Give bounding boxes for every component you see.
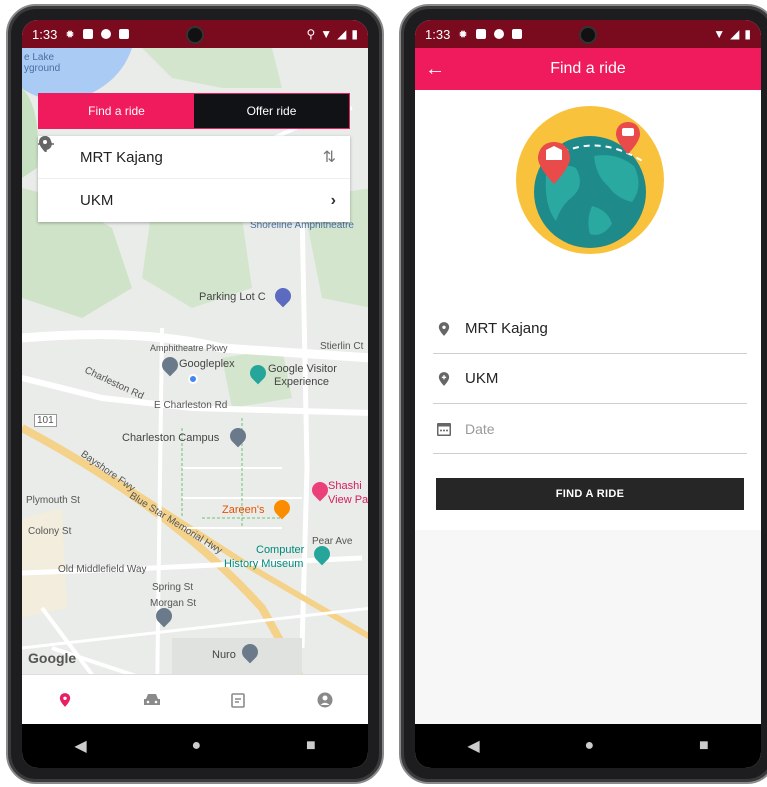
calendar-icon [433,421,455,437]
shield-icon [493,29,504,39]
map-label-charleston-campus: Charleston Campus [122,432,220,444]
origin-text: MRT Kajang [80,148,163,166]
destination-field[interactable]: UKM [433,354,747,404]
settings-icon: ✹ [65,28,75,41]
current-location-dot [188,374,198,384]
sd-card-icon [118,29,129,39]
recents-nav-icon[interactable]: ■ [306,737,316,755]
map-label-lake: e Lake yground [24,52,61,74]
map-label-plymouth: Plymouth St [26,495,80,506]
wifi-icon: ▼ [320,27,333,41]
settings-icon: ✹ [458,28,468,41]
chevron-right-icon[interactable]: › [331,192,336,210]
shield-icon [100,29,111,39]
map-label-old-middlefield: Old Middlefield Way [58,564,147,575]
empty-area [415,530,761,724]
map-label-experience: Experience [274,376,330,388]
bottom-nav [22,674,368,724]
swap-icon[interactable]: ⇅ [323,147,336,167]
home-nav-icon[interactable]: ● [584,737,594,755]
map-label-colony: Colony St [28,526,72,537]
notification-icon [475,29,486,39]
system-nav-bar: ◀ ● ■ [22,724,368,768]
status-time: 1:33 [32,26,58,42]
location-plus-icon [433,371,455,387]
calendar-icon[interactable] [223,685,253,715]
origin-value: MRT Kajang [465,320,548,337]
destination-value: UKM [465,370,499,387]
find-ride-form: MRT Kajang UKM Date FIND A RIDE [415,90,761,530]
location-pin-icon [39,136,68,209]
destination-row[interactable]: UKM › [38,136,350,222]
map-label-stierlin: Stierlin Ct [320,341,364,352]
map-label-parking: Parking Lot C [199,291,266,303]
date-field[interactable]: Date [433,404,747,454]
signal-icon: ◢ [337,27,347,41]
location-status-icon: ⚲ [306,27,316,41]
notification-icon [82,29,93,39]
map-label-101: 101 [34,414,57,427]
map-label-morgan: Morgan St [150,598,197,609]
recents-nav-icon[interactable]: ■ [699,737,709,755]
map-label-zareens: Zareen's [222,504,265,516]
battery-icon: ▮ [744,27,751,41]
camera-cutout [579,26,597,44]
map-label-e-charleston: E Charleston Rd [154,400,228,411]
location-pin-icon [433,321,455,337]
car-icon[interactable] [137,685,167,715]
globe-illustration-icon [516,106,664,254]
route-card: MRT Kajang ⇅ UKM › [38,136,350,222]
origin-field[interactable]: MRT Kajang [433,304,747,354]
map-label-spring: Spring St [152,582,194,593]
google-logo: Google [28,650,77,666]
status-time: 1:33 [425,26,451,42]
app-bar: ← Find a ride [415,48,761,90]
camera-cutout [186,26,204,44]
map-label-nuro: Nuro [212,649,236,661]
date-placeholder: Date [465,420,495,437]
page-title: Find a ride [550,60,626,77]
ride-mode-tabs: Find a ride Offer ride [38,93,350,129]
sd-card-icon [511,29,522,39]
back-nav-icon[interactable]: ◀ [467,736,479,756]
battery-icon: ▮ [351,27,358,41]
find-ride-button[interactable]: FIND A RIDE [436,478,744,510]
my-location-icon [38,136,68,165]
map-label-amphitheatre: Amphitheatre Pkwy [150,343,228,353]
tab-offer-ride[interactable]: Offer ride [194,94,349,128]
location-icon[interactable] [50,685,80,715]
back-nav-icon[interactable]: ◀ [74,736,86,756]
origin-row[interactable]: MRT Kajang ⇅ [38,136,350,179]
map-view[interactable]: Find a ride Offer ride MRT Kajang ⇅ UKM [22,48,368,674]
profile-icon[interactable] [310,685,340,715]
map-label-google-visitor: Google Visitor [268,363,337,375]
find-ride-screen: 1:33 ✹ ▼ ◢ ▮ ← Find a ride MRT Kajang UK… [415,20,761,768]
map-screen: 1:33 ✹ ⚲ ▼ ◢ ▮ Find a ride Offer ride MR… [22,20,368,768]
map-label-computer: Computer [256,544,305,556]
signal-icon: ◢ [730,27,740,41]
map-label-shashi: Shashi [328,480,362,492]
tab-find-ride[interactable]: Find a ride [39,94,194,128]
right-phone-frame: 1:33 ✹ ▼ ◢ ▮ ← Find a ride MRT Kajang UK… [399,4,767,784]
system-nav-bar: ◀ ● ■ [415,724,761,768]
home-nav-icon[interactable]: ● [191,737,201,755]
map-label-history-museum: History Museum [224,558,304,570]
left-phone-frame: 1:33 ✹ ⚲ ▼ ◢ ▮ Find a ride Offer ride MR… [6,4,384,784]
wifi-icon: ▼ [713,27,726,41]
back-arrow-icon[interactable]: ← [415,58,455,81]
destination-text: UKM [80,192,114,209]
map-label-view-pa: View Pa [328,494,368,506]
map-label-googleplex: Googleplex [179,358,235,370]
